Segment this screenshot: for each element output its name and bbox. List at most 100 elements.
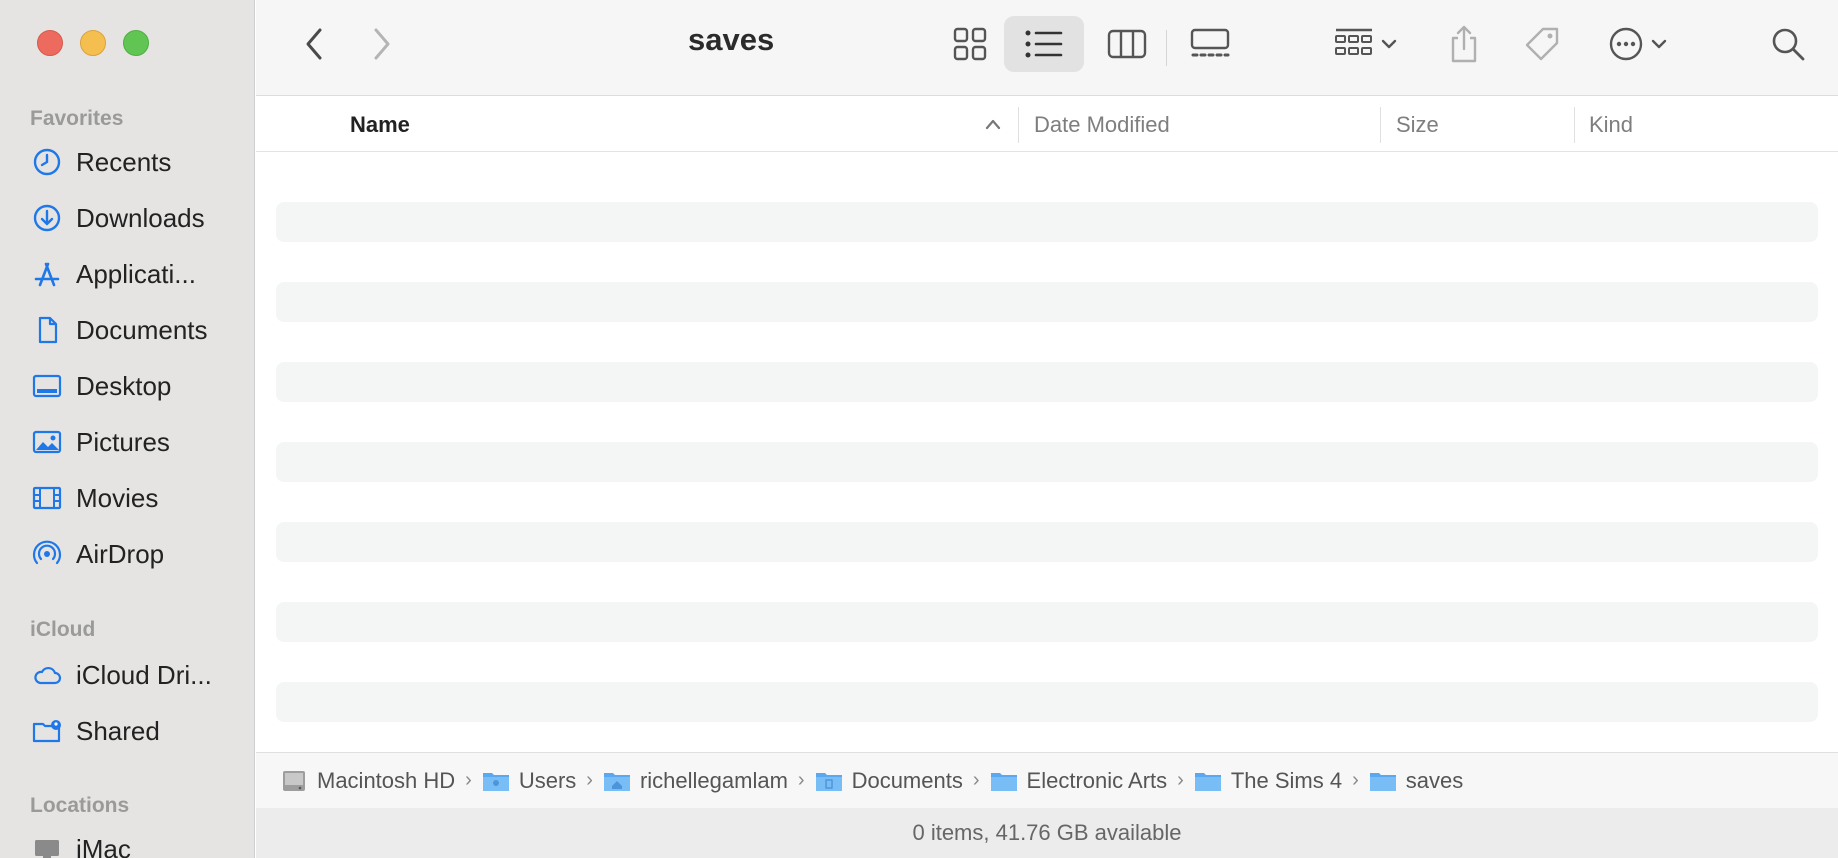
path-item-electronic-arts[interactable]: Electronic Arts [990,768,1167,794]
minimize-button[interactable] [80,30,106,56]
sidebar-item-label: Pictures [76,426,170,457]
zoom-button[interactable] [123,30,149,56]
tag-icon [1525,27,1559,61]
empty-row-stripe [276,602,1818,642]
path-item-label: Users [518,767,577,793]
toolbar: saves [256,0,1838,96]
column-divider[interactable] [1018,107,1019,143]
list-view-button[interactable] [1004,16,1084,72]
icon-view-button[interactable] [936,16,1004,72]
search-icon [1772,28,1805,61]
document-icon [30,313,64,347]
empty-row-stripe [276,202,1818,242]
sidebar-item-label: Applicati... [76,258,196,289]
column-divider[interactable] [1574,107,1575,143]
window-controls [37,30,149,56]
sidebar-item-imac[interactable]: iMac [30,829,131,858]
path-item-label: The Sims 4 [1230,767,1343,793]
path-item-label: Macintosh HD [317,767,456,793]
file-list[interactable] [256,153,1838,752]
chevron-right-icon [374,28,390,60]
sidebar: Favorites Recents Downloads Applicati...… [0,0,255,858]
path-item-documents[interactable]: Documents [815,768,963,794]
desktop-icon [30,369,64,403]
column-kind-header[interactable]: Kind [1589,97,1633,152]
empty-row-stripe [276,442,1818,482]
ellipsis-circle-icon [1609,27,1643,61]
tag-button[interactable] [1514,16,1570,72]
clock-icon [30,145,64,179]
path-item-label: richellegamlam [639,767,788,793]
chevron-down-icon [1381,39,1397,49]
sidebar-item-desktop[interactable]: Desktop [30,366,171,406]
group-grid-icon [1335,28,1372,55]
path-item-the-sims-4[interactable]: The Sims 4 [1194,768,1342,794]
chevron-right-icon: › [1352,769,1359,791]
empty-row-stripe [276,522,1818,562]
share-icon [1451,25,1477,63]
status-bar: 0 items, 41.76 GB available [256,808,1838,858]
column-date-label: Date Modified [1034,111,1170,137]
column-size-header[interactable]: Size [1396,97,1439,152]
share-button[interactable] [1436,16,1492,72]
back-button[interactable] [294,24,334,64]
path-item-macintosh-hd[interactable]: Macintosh HD [280,768,455,794]
sidebar-item-recents[interactable]: Recents [30,142,171,182]
sort-ascending-icon[interactable] [984,117,1002,131]
forward-button[interactable] [362,24,402,64]
sidebar-item-label: Documents [76,314,208,345]
locations-section-title: Locations [30,794,130,817]
empty-row-stripe [276,682,1818,722]
folder-icon [1194,772,1221,791]
toolbar-separator [1166,30,1167,66]
chevron-right-icon: › [797,769,805,791]
close-button[interactable] [37,30,63,56]
sidebar-item-documents[interactable]: Documents [30,310,208,350]
folder-icon [482,772,509,791]
path-item-home[interactable]: richellegamlam [603,768,788,794]
film-icon [30,481,64,515]
list-icon [1025,30,1063,58]
sidebar-item-label: Recents [76,146,172,177]
columns-icon [1107,29,1147,59]
sidebar-item-movies[interactable]: Movies [30,478,158,518]
cloud-icon [30,658,64,692]
chevron-right-icon: › [465,769,472,791]
column-name-header[interactable]: Name [350,97,410,152]
column-kind-label: Kind [1589,111,1634,137]
path-item-users[interactable]: Users [482,768,576,794]
gallery-view-button[interactable] [1174,16,1246,72]
imac-icon [30,832,64,858]
sidebar-item-icloud-drive[interactable]: iCloud Dri... [30,655,212,695]
column-name-label: Name [350,111,410,137]
column-divider[interactable] [1380,107,1381,143]
more-actions-button[interactable] [1598,16,1678,72]
pictures-icon [30,425,64,459]
hard-drive-icon [283,770,305,791]
folder-icon [815,772,842,791]
empty-row-stripe [276,282,1818,322]
sidebar-item-downloads[interactable]: Downloads [30,198,205,238]
path-item-saves[interactable]: saves [1369,768,1463,794]
finder-window: Favorites Recents Downloads Applicati...… [0,0,1838,858]
folder-icon [990,772,1017,791]
path-item-label: saves [1405,767,1464,793]
shared-folder-icon [30,714,64,748]
group-by-button[interactable] [1326,16,1406,72]
column-header: Name Date Modified Size Kind [256,97,1838,152]
chevron-left-icon [306,28,322,60]
column-view-button[interactable] [1092,16,1162,72]
sidebar-item-airdrop[interactable]: AirDrop [30,534,164,574]
empty-row-stripe [276,362,1818,402]
airdrop-icon [30,537,64,571]
favorites-section-title: Favorites [30,107,124,130]
sidebar-item-label: Desktop [76,370,172,401]
sidebar-item-shared[interactable]: Shared [30,711,160,751]
chevron-right-icon: › [586,769,593,791]
sidebar-item-applications[interactable]: Applicati... [30,254,196,294]
search-button[interactable] [1760,16,1816,72]
download-icon [30,201,64,235]
column-date-header[interactable]: Date Modified [1034,97,1170,152]
sidebar-item-pictures[interactable]: Pictures [30,422,170,462]
sidebar-item-label: AirDrop [76,538,165,569]
